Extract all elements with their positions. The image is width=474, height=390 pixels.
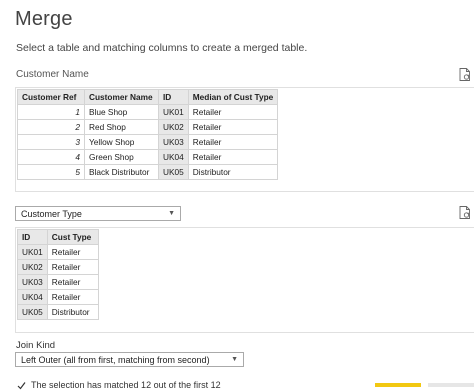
cell-customer-name: Blue Shop [84,104,159,120]
column-header-id[interactable]: ID [158,89,189,105]
chevron-down-icon: ▼ [168,210,175,217]
cell-id: UK02 [158,119,189,135]
cell-cust-type: Retailer [187,104,279,120]
match-status-text: The selection has matched 12 out of the … [31,380,221,390]
table-row[interactable]: UK01 Retailer [17,244,99,260]
cell-customer-name: Green Shop [84,149,159,165]
table-row[interactable]: 5 Black Distributor UK05 Distributor [17,164,279,180]
join-kind-selected: Left Outer (all from first, matching fro… [21,354,210,365]
chevron-down-icon: ▼ [231,356,238,363]
dialog-title: Merge [15,8,73,30]
second-table-dropdown[interactable]: Customer Type ▼ [15,206,181,221]
cell-cust-type: Retailer [187,119,279,135]
cell-customer-ref: 1 [17,104,85,120]
column-header-cust-type[interactable]: Cust Type [46,229,99,245]
file-icon [459,206,470,219]
column-header-id[interactable]: ID [17,229,48,245]
second-table-selected: Customer Type [21,208,82,219]
cell-customer-ref: 2 [17,119,85,135]
cell-id: UK05 [17,304,48,320]
cell-cust-type: Retailer [187,149,279,165]
second-table-panel: ID Cust Type UK01 Retailer UK02 Retailer… [15,227,474,333]
column-header-customer-ref[interactable]: Customer Ref [17,89,85,105]
cell-id: UK04 [158,149,189,165]
cancel-button[interactable] [428,383,474,387]
table-row[interactable]: UK03 Retailer [17,274,99,290]
cell-customer-ref: 4 [17,149,85,165]
cell-id: UK04 [17,289,48,305]
table-row[interactable]: 2 Red Shop UK02 Retailer [17,119,279,135]
table-row[interactable]: 4 Green Shop UK04 Retailer [17,149,279,165]
first-table-header-row: Customer Ref Customer Name ID Median of … [17,89,279,105]
column-header-customer-name[interactable]: Customer Name [84,89,159,105]
cell-cust-type: Retailer [46,259,99,275]
cell-cust-type: Retailer [46,274,99,290]
cell-id: UK02 [17,259,48,275]
join-kind-dropdown[interactable]: Left Outer (all from first, matching fro… [15,352,244,367]
table-row[interactable]: 1 Blue Shop UK01 Retailer [17,104,279,120]
table-row[interactable]: 3 Yellow Shop UK03 Retailer [17,134,279,150]
cell-id: UK05 [158,164,189,180]
cell-customer-ref: 5 [17,164,85,180]
cell-customer-name: Black Distributor [84,164,159,180]
first-table-label: Customer Name [16,69,89,80]
cell-cust-type: Distributor [46,304,99,320]
cell-customer-name: Yellow Shop [84,134,159,150]
cell-cust-type: Distributor [187,164,279,180]
table-row[interactable]: UK02 Retailer [17,259,99,275]
match-status: The selection has matched 12 out of the … [17,380,221,390]
file-icon [459,68,470,81]
cell-id: UK01 [17,244,48,260]
cell-id: UK01 [158,104,189,120]
column-header-median-cust-type[interactable]: Median of Cust Type [187,89,279,105]
preview-file-icon[interactable] [459,68,471,86]
checkmark-icon [17,381,26,389]
cell-id: UK03 [17,274,48,290]
table-row[interactable]: UK04 Retailer [17,289,99,305]
cell-id: UK03 [158,134,189,150]
cell-customer-name: Red Shop [84,119,159,135]
first-table-panel: Customer Ref Customer Name ID Median of … [15,87,474,192]
second-table: ID Cust Type UK01 Retailer UK02 Retailer… [17,229,99,320]
cell-cust-type: Retailer [46,289,99,305]
cell-customer-ref: 3 [17,134,85,150]
table-row[interactable]: UK05 Distributor [17,304,99,320]
cell-cust-type: Retailer [187,134,279,150]
preview-file-icon[interactable] [459,206,471,224]
join-kind-label: Join Kind [16,340,56,351]
second-table-header-row: ID Cust Type [17,229,99,245]
dialog-subtitle: Select a table and matching columns to c… [16,42,308,54]
cell-cust-type: Retailer [46,244,99,260]
ok-button[interactable] [375,383,421,387]
first-table: Customer Ref Customer Name ID Median of … [17,89,279,180]
